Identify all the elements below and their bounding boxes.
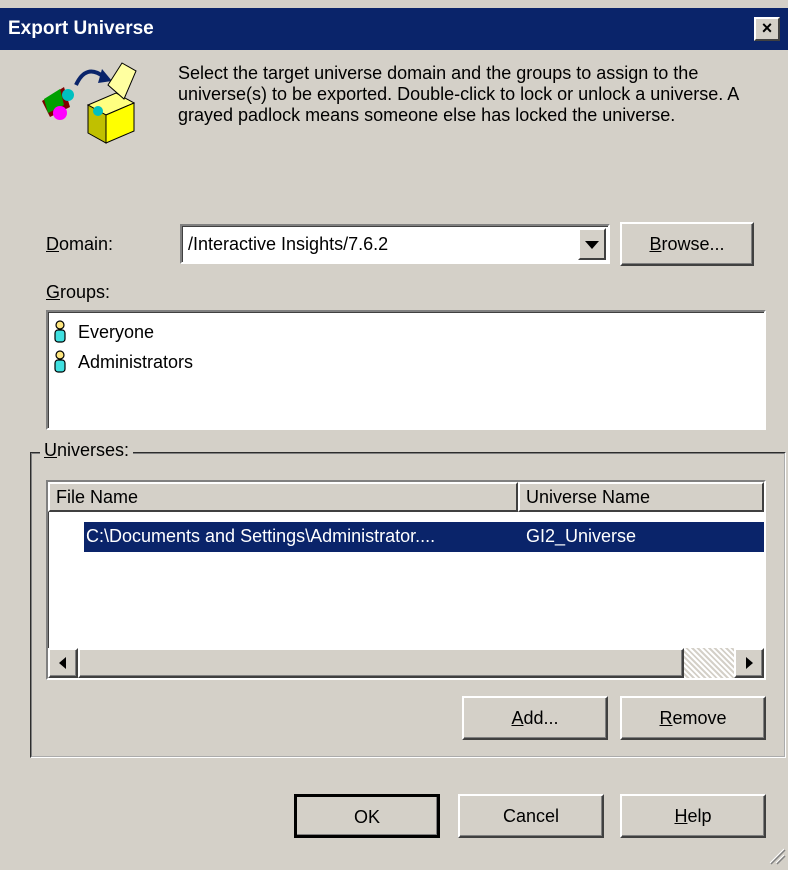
- instructions-text: Select the target universe domain and th…: [178, 63, 739, 125]
- universes-listview[interactable]: File Name Universe Name C:\Documents and…: [46, 480, 766, 680]
- column-header-file-name[interactable]: File Name: [48, 482, 518, 512]
- add-button[interactable]: Add...: [462, 696, 608, 740]
- group-name: Administrators: [78, 352, 194, 372]
- close-icon: ×: [761, 18, 773, 38]
- groups-list[interactable]: Everyone Administrators: [46, 310, 766, 430]
- browse-button[interactable]: Browse...: [620, 222, 754, 266]
- universes-label: Universes:: [40, 440, 134, 461]
- domain-value: /Interactive Insights/7.6.2: [188, 234, 389, 254]
- file-name-cell: C:\Documents and Settings\Administrator.…: [86, 526, 436, 546]
- horizontal-scrollbar[interactable]: [48, 648, 764, 678]
- group-person-icon: [54, 350, 66, 373]
- groups-label: Groups:: [46, 282, 111, 302]
- table-row[interactable]: C:\Documents and Settings\Administrator.…: [84, 522, 764, 552]
- group-name: Everyone: [78, 322, 155, 342]
- cancel-button[interactable]: Cancel: [458, 794, 604, 838]
- scrollbar-thumb[interactable]: [78, 648, 684, 678]
- column-header-universe-name[interactable]: Universe Name: [518, 482, 764, 512]
- domain-combobox[interactable]: /Interactive Insights/7.6.2: [180, 224, 610, 264]
- scroll-right-icon[interactable]: [734, 648, 764, 678]
- scroll-left-icon[interactable]: [48, 648, 78, 678]
- domain-label: Domain:: [46, 234, 114, 254]
- ok-button[interactable]: OK: [294, 794, 440, 838]
- close-button[interactable]: ×: [754, 17, 780, 41]
- help-button[interactable]: Help: [620, 794, 766, 838]
- resize-grip-icon[interactable]: [766, 845, 786, 865]
- export-universe-icon: [38, 55, 138, 145]
- window-title: Export Universe: [8, 18, 154, 39]
- scrollbar-track[interactable]: [684, 648, 734, 678]
- dropdown-arrow-icon[interactable]: [578, 228, 606, 260]
- remove-button[interactable]: Remove: [620, 696, 766, 740]
- universe-name-cell: GI2_Universe: [526, 526, 637, 546]
- group-person-icon: [54, 320, 66, 343]
